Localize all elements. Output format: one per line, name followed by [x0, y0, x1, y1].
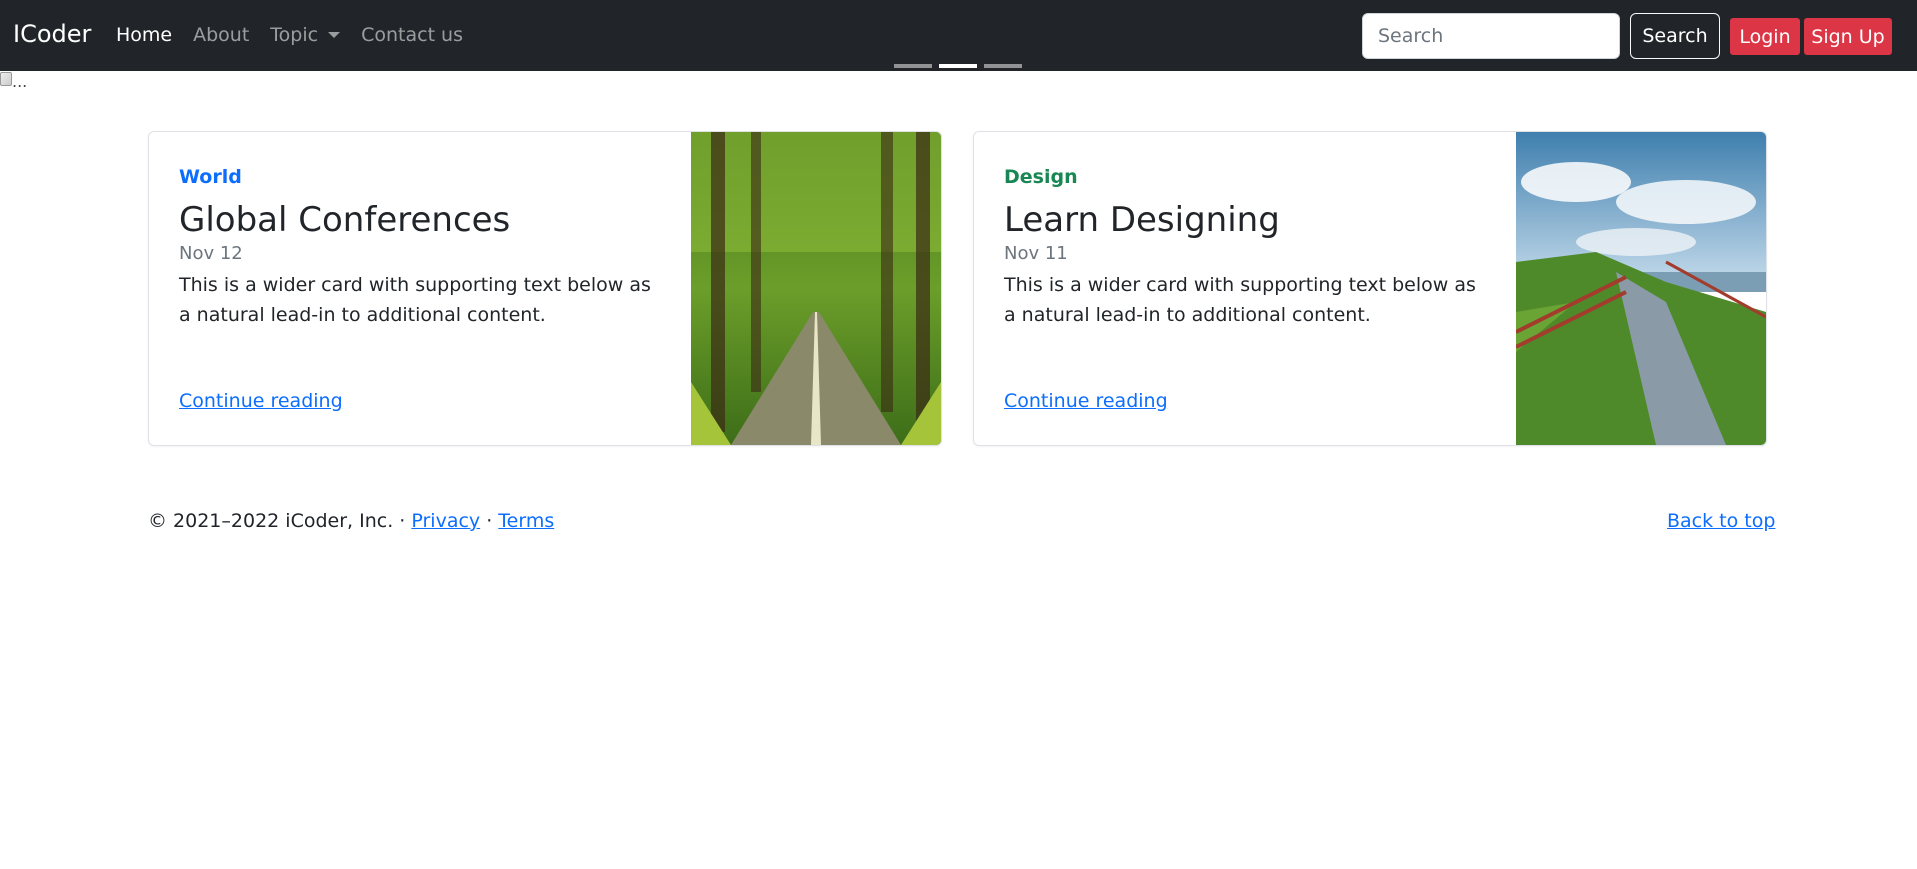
brand-logo[interactable]: ICoder	[13, 20, 91, 48]
continue-reading-link[interactable]: Continue reading	[179, 390, 343, 412]
privacy-link[interactable]: Privacy	[411, 510, 480, 532]
carousel-indicator-active[interactable]	[939, 64, 977, 68]
card-text: This is a wider card with supporting tex…	[179, 274, 651, 326]
copyright-text: © 2021–2022 iCoder, Inc. ·	[148, 510, 412, 532]
card-date: Nov 12	[179, 243, 243, 264]
forest-road-thumbnail	[691, 132, 941, 445]
nav-topic-dropdown[interactable]: Topic	[270, 24, 341, 46]
article-card: World Global Conferences Nov 12 This is …	[148, 131, 942, 446]
nav-home[interactable]: Home	[116, 24, 172, 46]
carousel-indicator[interactable]	[894, 64, 932, 68]
footer-copyright: © 2021–2022 iCoder, Inc. · Privacy · Ter…	[148, 510, 554, 532]
broken-image: ...	[0, 72, 32, 96]
nav-contact[interactable]: Contact us	[361, 24, 463, 46]
footer-back-to-top: Back to top	[1667, 510, 1775, 532]
broken-image-icon	[0, 72, 12, 86]
terms-link[interactable]: Terms	[498, 510, 554, 532]
navbar: ICoder Home About Topic Contact us Searc…	[0, 0, 1917, 71]
card-body: World Global Conferences Nov 12 This is …	[179, 166, 659, 330]
broken-image-alt: ...	[12, 72, 28, 91]
login-button[interactable]: Login	[1730, 18, 1800, 55]
continue-reading-link[interactable]: Continue reading	[1004, 390, 1168, 412]
search-button[interactable]: Search	[1630, 13, 1720, 59]
carousel-indicator[interactable]	[984, 64, 1022, 68]
signup-button[interactable]: Sign Up	[1804, 18, 1892, 55]
coastal-path-thumbnail	[1516, 132, 1766, 445]
card-body: Design Learn Designing Nov 11 This is a …	[1004, 166, 1484, 330]
nav-links: Home About Topic Contact us	[116, 24, 463, 46]
article-card: Design Learn Designing Nov 11 This is a …	[973, 131, 1767, 446]
footer-separator: ·	[480, 510, 499, 532]
back-to-top-link[interactable]: Back to top	[1667, 510, 1775, 532]
card-category: Design	[1004, 166, 1078, 188]
card-text: This is a wider card with supporting tex…	[1004, 274, 1476, 326]
search-input[interactable]	[1362, 13, 1620, 59]
nav-about[interactable]: About	[193, 24, 249, 46]
chevron-down-icon	[328, 32, 341, 38]
card-date: Nov 11	[1004, 243, 1068, 264]
carousel-indicators	[894, 64, 1022, 68]
nav-topic-label: Topic	[270, 24, 319, 46]
card-title: Learn Designing	[1004, 200, 1280, 240]
card-title: Global Conferences	[179, 200, 511, 240]
card-category: World	[179, 166, 242, 188]
